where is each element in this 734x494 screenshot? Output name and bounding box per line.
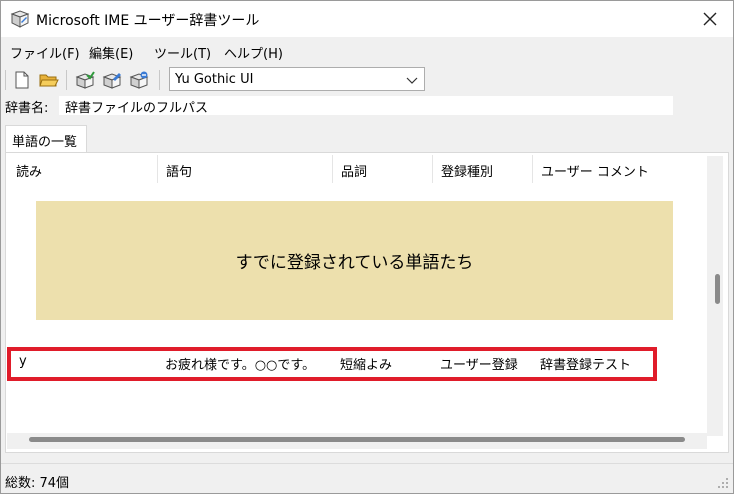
ime-dictionary-icon: [10, 10, 30, 28]
window-title: Microsoft IME ユーザー辞書ツール: [36, 13, 260, 29]
close-icon: [703, 12, 717, 26]
menu-bar: ファイル(F) 編集(E) ツール(T) ヘルプ(H): [1, 39, 733, 63]
toolbar-separator-2: [159, 70, 160, 90]
cell-pos: 短縮よみ: [340, 358, 393, 373]
cell-phrase: お疲れ様です。○○です。: [165, 358, 316, 373]
word-list-panel: 読み 語句 品詞 登録種別 ユーザー コメント すでに登録されている単語たち y…: [5, 152, 729, 453]
font-select[interactable]: Yu Gothic UI: [169, 67, 425, 91]
word-list[interactable]: 読み 語句 品詞 登録種別 ユーザー コメント すでに登録されている単語たち y…: [8, 155, 708, 435]
edit-word-button[interactable]: [100, 69, 124, 91]
menu-tools[interactable]: ツール(T): [154, 43, 211, 62]
delete-word-icon: [129, 71, 149, 89]
column-header-type[interactable]: 登録種別: [433, 155, 533, 183]
dictionary-path-field[interactable]: 辞書ファイルのフルパス: [59, 96, 673, 116]
resize-grip-icon[interactable]: [717, 477, 729, 489]
app-window: Microsoft IME ユーザー辞書ツール ファイル(F) 編集(E) ツー…: [0, 0, 734, 494]
open-folder-icon: [39, 74, 59, 87]
column-header-reading[interactable]: 読み: [8, 155, 158, 183]
vertical-scroll-thumb[interactable]: [715, 274, 720, 304]
menu-help[interactable]: ヘルプ(H): [224, 43, 283, 62]
delete-word-button[interactable]: [127, 69, 151, 91]
column-header-phrase[interactable]: 語句: [158, 155, 333, 183]
column-header-comment[interactable]: ユーザー コメント: [533, 155, 708, 183]
new-file-button[interactable]: [10, 69, 34, 91]
new-file-icon: [15, 71, 29, 89]
dictionary-row: 辞書名: 辞書ファイルのフルパス: [1, 95, 733, 117]
font-select-value: Yu Gothic UI: [175, 71, 254, 87]
add-word-icon: [75, 71, 95, 89]
cell-type: ユーザー登録: [440, 358, 518, 373]
table-row[interactable]: y お疲れ様です。○○です。 短縮よみ ユーザー登録 辞書登録テスト: [8, 351, 708, 373]
status-bar: 総数: 74個: [1, 463, 733, 493]
menu-edit[interactable]: 編集(E): [89, 43, 133, 62]
chevron-down-icon: [406, 74, 418, 89]
dictionary-label: 辞書名:: [5, 101, 49, 116]
tab-word-list[interactable]: 単語の一覧: [5, 125, 87, 153]
horizontal-scroll-thumb[interactable]: [29, 437, 685, 442]
overlay-label: すでに登録されている単語たち: [235, 253, 474, 273]
add-word-button[interactable]: [73, 69, 97, 91]
cell-reading: y: [19, 354, 27, 369]
cell-comment: 辞書登録テスト: [540, 358, 632, 373]
toolbar-grip: [5, 70, 6, 90]
edit-word-icon: [102, 73, 122, 89]
title-bar: Microsoft IME ユーザー辞書ツール: [1, 1, 733, 37]
menu-file[interactable]: ファイル(F): [10, 43, 80, 62]
registered-words-overlay: すでに登録されている単語たち: [36, 201, 673, 320]
total-count: 総数: 74個: [5, 476, 70, 491]
column-header-pos[interactable]: 品詞: [333, 155, 433, 183]
close-button[interactable]: [687, 1, 733, 37]
toolbar-separator: [66, 70, 67, 90]
open-folder-button[interactable]: [37, 69, 61, 91]
